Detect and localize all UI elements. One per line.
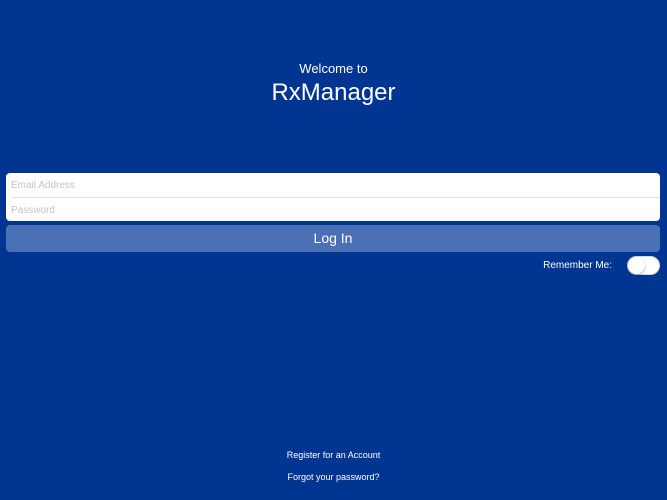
forgot-password-link[interactable]: Forgot your password? — [0, 471, 667, 483]
email-field[interactable] — [6, 173, 660, 197]
login-button[interactable]: Log In — [6, 225, 660, 252]
login-form — [6, 173, 660, 221]
toggle-knob — [628, 257, 645, 274]
app-title: RxManager — [271, 79, 396, 106]
remember-me-label: Remember Me: — [543, 260, 612, 271]
remember-me-toggle[interactable] — [627, 256, 660, 275]
welcome-text: Welcome to — [299, 61, 368, 76]
password-field[interactable] — [6, 198, 660, 221]
register-link[interactable]: Register for an Account — [0, 449, 667, 461]
